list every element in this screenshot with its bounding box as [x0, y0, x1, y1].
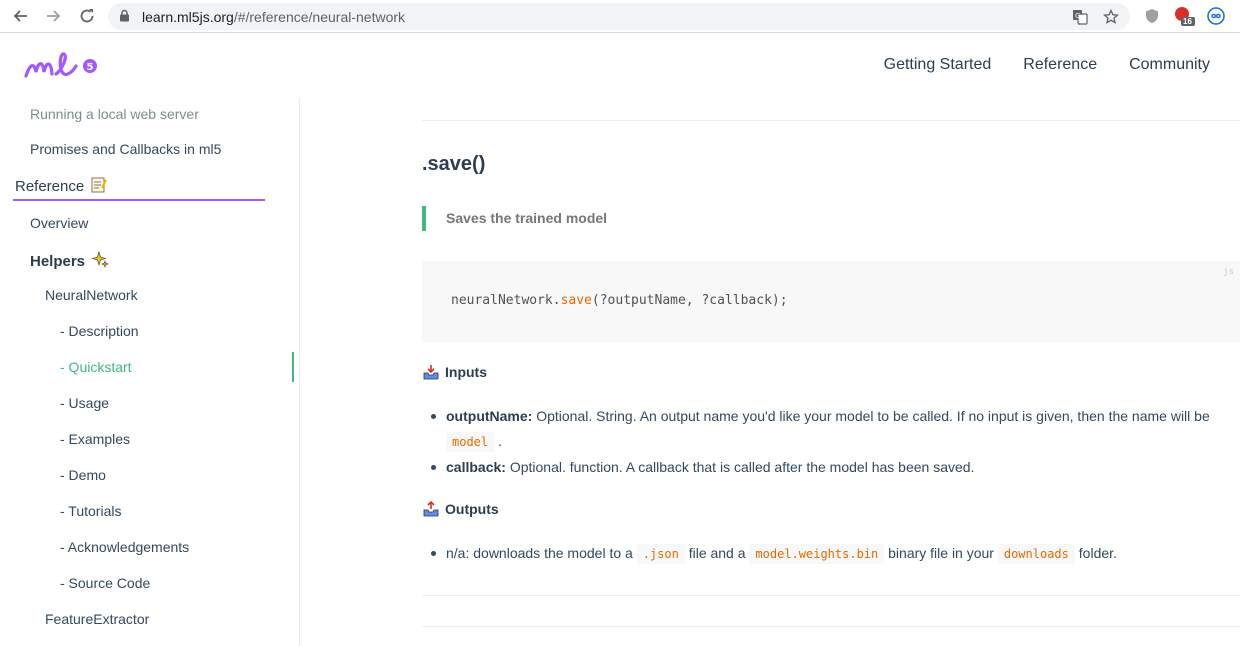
divider — [422, 120, 1240, 121]
extension-badge-icon[interactable]: 16 — [1173, 5, 1195, 27]
inline-code-model: model — [446, 432, 495, 452]
sidebar-item-quickstart[interactable]: - Quickstart — [60, 359, 132, 375]
sidebar-item-overview[interactable]: Overview — [30, 215, 88, 231]
active-indicator — [292, 352, 294, 382]
memo-icon — [91, 177, 108, 193]
ml5-logo[interactable]: 5 — [24, 50, 100, 85]
divider — [422, 626, 1240, 627]
quote-text: Saves the trained model — [446, 210, 608, 226]
inline-code-weights: model.weights.bin — [749, 544, 885, 564]
outbox-tray-icon — [423, 501, 439, 517]
browser-toolbar: learn.ml5js.org/#/reference/neural-netwo… — [0, 0, 1240, 33]
list-item-outputs: n/a: downloads the model to a .json file… — [431, 541, 1238, 567]
sidebar-item-promises-callbacks[interactable]: Promises and Callbacks in ml5 — [30, 141, 221, 157]
nav-community[interactable]: Community — [1129, 56, 1210, 74]
sidebar-item-neuralnetwork[interactable]: NeuralNetwork — [45, 287, 138, 303]
sidebar-item-label: Helpers — [30, 253, 86, 270]
code-lang-label: js — [1223, 267, 1234, 277]
nav-reference[interactable]: Reference — [1023, 56, 1097, 74]
section-heading-save: .save() — [422, 153, 486, 175]
lock-icon — [119, 9, 130, 27]
top-nav: Getting Started Reference Community — [884, 56, 1210, 74]
address-bar[interactable]: learn.ml5js.org/#/reference/neural-netwo… — [108, 3, 1130, 30]
svg-text:5: 5 — [87, 62, 94, 73]
sidebar-item-examples[interactable]: - Examples — [60, 431, 130, 447]
url-text: learn.ml5js.org/#/reference/neural-netwo… — [142, 9, 406, 25]
reload-button[interactable] — [76, 5, 98, 27]
sidebar-item-reference[interactable]: Reference — [15, 177, 108, 195]
list-item-outputname: outputName: Optional. String. An output … — [431, 404, 1238, 455]
main-content: .save() Saves the trained model js neura… — [422, 98, 1240, 646]
code-text: neuralNetwork.save(?outputName, ?callbac… — [451, 293, 788, 308]
inputs-heading: Inputs — [422, 364, 487, 380]
back-button[interactable] — [10, 5, 32, 27]
reference-underline — [13, 199, 265, 201]
forward-arrow-icon — [47, 10, 61, 22]
inline-code-json: .json — [636, 544, 685, 564]
sidebar: Running a local web server Promises and … — [0, 98, 300, 646]
sidebar-item-featureextractor[interactable]: FeatureExtractor — [45, 611, 149, 627]
svg-text:G: G — [1075, 12, 1080, 20]
infinity-extension-icon[interactable] — [1205, 5, 1227, 27]
sidebar-item-usage[interactable]: - Usage — [60, 395, 109, 411]
divider — [422, 595, 1240, 596]
outputs-heading: Outputs — [422, 501, 499, 517]
description-quote: Saves the trained model — [422, 206, 1240, 231]
reload-icon — [80, 9, 94, 23]
inbox-tray-icon — [423, 365, 439, 380]
code-block[interactable]: js neuralNetwork.save(?outputName, ?call… — [422, 261, 1240, 342]
list-item-callback: callback: Optional. function. A callback… — [431, 455, 1238, 480]
inline-code-downloads: downloads — [997, 544, 1075, 564]
sidebar-item-demo[interactable]: - Demo — [60, 467, 106, 483]
shield-extension-icon[interactable] — [1141, 5, 1163, 27]
extension-badge-count: 16 — [1183, 17, 1192, 26]
sidebar-item-acknowledgements[interactable]: - Acknowledgements — [60, 539, 189, 555]
sidebar-item-helpers[interactable]: Helpers — [30, 250, 110, 270]
bookmark-star-icon[interactable] — [1101, 7, 1121, 27]
sidebar-item-source-code[interactable]: - Source Code — [60, 575, 150, 591]
forward-button[interactable] — [42, 5, 64, 27]
sidebar-item-local-server[interactable]: Running a local web server — [30, 106, 199, 122]
nav-getting-started[interactable]: Getting Started — [884, 56, 992, 74]
sidebar-item-label: Reference — [15, 178, 85, 195]
sidebar-item-tutorials[interactable]: - Tutorials — [60, 503, 121, 519]
back-arrow-icon — [13, 10, 27, 22]
translate-icon[interactable]: G — [1070, 7, 1090, 27]
sidebar-item-description[interactable]: - Description — [60, 323, 139, 339]
site-header: 5 Getting Started Reference Community — [0, 34, 1240, 98]
sparkles-icon — [91, 250, 110, 268]
